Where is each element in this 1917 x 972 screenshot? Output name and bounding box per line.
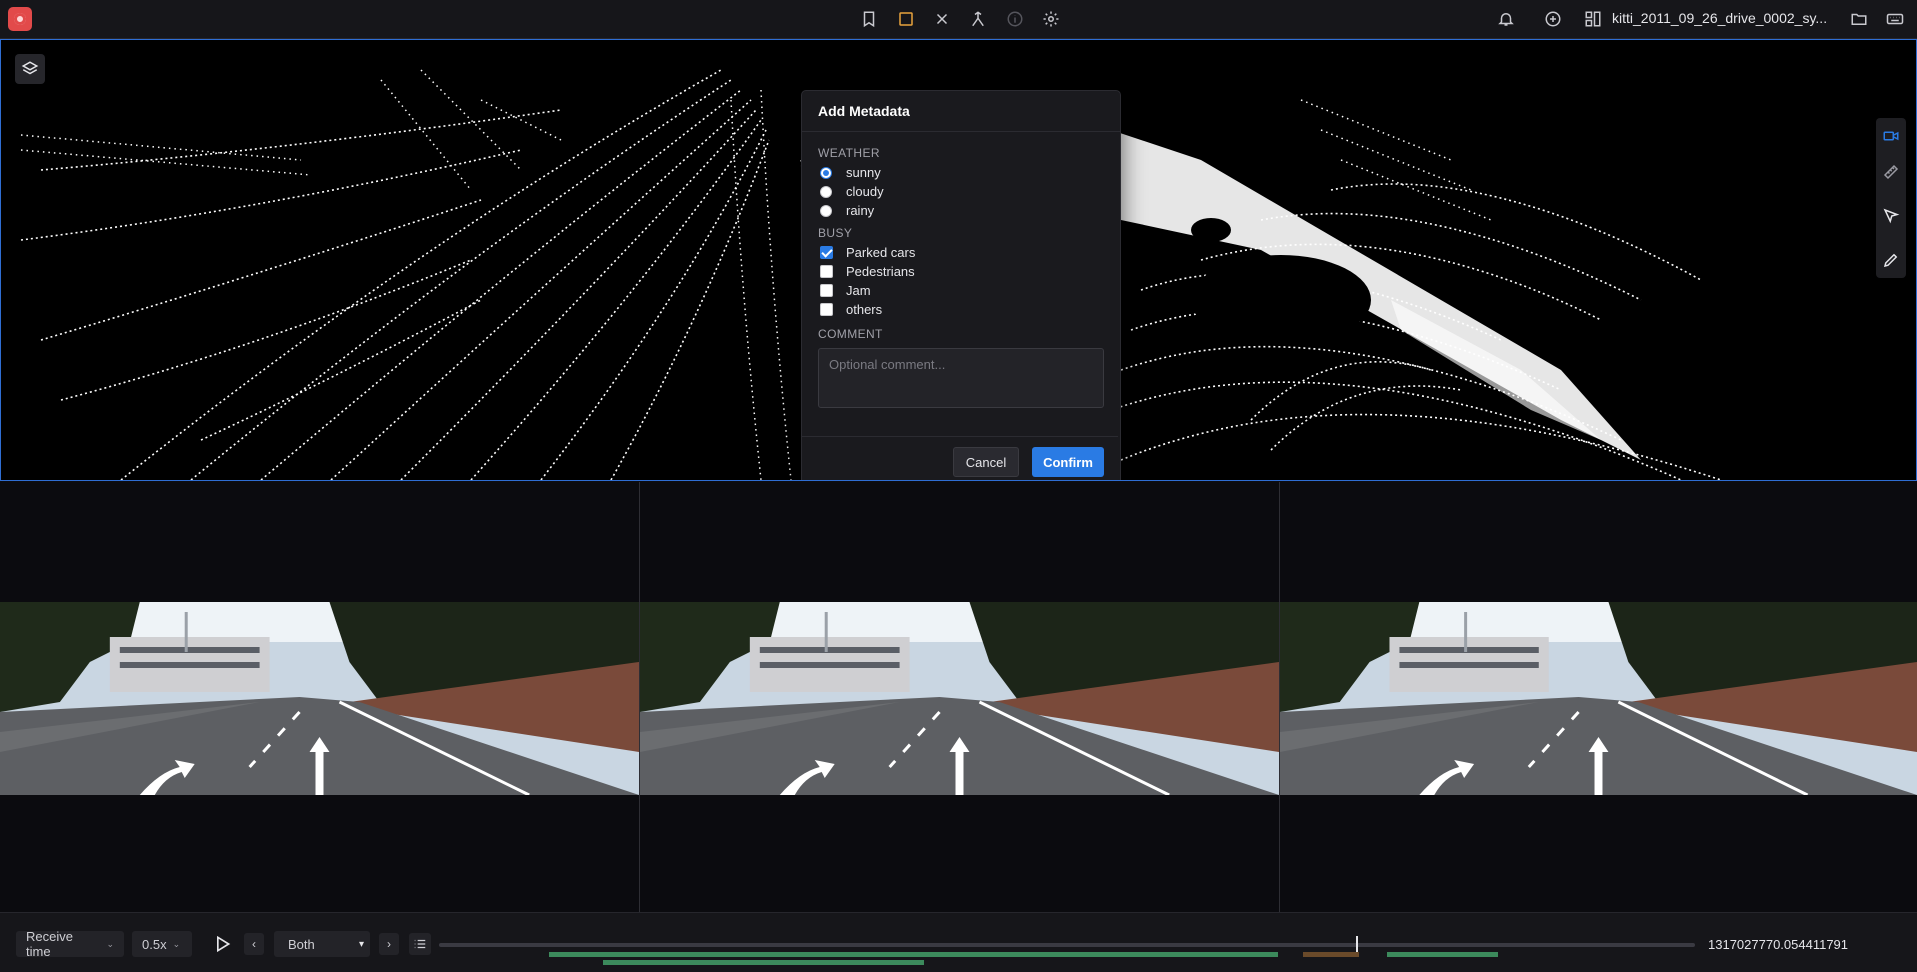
- cancel-button[interactable]: Cancel: [953, 447, 1019, 477]
- dialog-title: Add Metadata: [802, 91, 1120, 132]
- comment-input[interactable]: [818, 348, 1104, 408]
- timeline-segment: [1303, 952, 1359, 957]
- camera-image: [1280, 602, 1917, 795]
- weather-option-sunny[interactable]: sunny: [818, 163, 1104, 182]
- add-metadata-dialog: Add Metadata WEATHER sunny cloudy rainy …: [801, 90, 1121, 480]
- speed-select[interactable]: 0.5x ⌄: [132, 931, 192, 957]
- busy-option-label: others: [846, 302, 883, 317]
- radio-sunny[interactable]: [820, 166, 832, 179]
- close-icon[interactable]: [931, 8, 953, 30]
- 3d-panel[interactable]: Add Metadata WEATHER sunny cloudy rainy …: [0, 39, 1917, 481]
- camera-image: [640, 602, 1279, 795]
- busy-label: BUSY: [818, 226, 853, 240]
- chevron-down-icon: ⌄: [172, 938, 181, 949]
- checkbox-jam[interactable]: [820, 284, 833, 297]
- chevron-right-icon: ›: [387, 937, 391, 951]
- play-button[interactable]: [210, 932, 234, 956]
- direction-label: Both: [288, 936, 315, 952]
- time-mode-label: Receive time: [26, 929, 73, 959]
- camera-panel-right[interactable]: [1280, 482, 1917, 912]
- weather-option-rainy[interactable]: rainy: [818, 201, 1104, 220]
- comment-label: COMMENT: [818, 327, 883, 341]
- weather-option-label: cloudy: [846, 184, 884, 199]
- busy-option-label: Jam: [846, 283, 871, 298]
- playback-bar: Receive time ⌄ 0.5x ⌄ ‹ Both ▾ › 1317027…: [0, 912, 1917, 972]
- merge-icon[interactable]: [967, 8, 989, 30]
- confirm-button[interactable]: Confirm: [1032, 447, 1104, 477]
- chevron-down-icon: ▾: [358, 938, 364, 950]
- weather-option-cloudy[interactable]: cloudy: [818, 182, 1104, 201]
- timeline-scrubber[interactable]: [439, 943, 1695, 947]
- layers-button[interactable]: [15, 54, 45, 84]
- layers-icon: [21, 61, 39, 75]
- camera-panel-center[interactable]: [640, 482, 1279, 912]
- play-icon: [217, 935, 231, 953]
- direction-select[interactable]: Both ▾: [274, 931, 370, 957]
- chevron-left-icon: ‹: [252, 937, 256, 951]
- busy-option-others[interactable]: others: [818, 300, 1104, 319]
- bookmark-icon[interactable]: [858, 8, 880, 30]
- step-back-button[interactable]: ‹: [244, 933, 264, 955]
- timeline-segment: [1387, 952, 1498, 957]
- gear-icon[interactable]: [1040, 8, 1062, 30]
- weather-option-label: sunny: [846, 165, 881, 180]
- busy-option-parked-cars[interactable]: Parked cars: [818, 243, 1104, 262]
- checkbox-pedestrians[interactable]: [820, 265, 833, 278]
- radio-cloudy[interactable]: [820, 185, 832, 198]
- layout-icon[interactable]: [1582, 8, 1604, 30]
- square-icon[interactable]: [895, 8, 917, 30]
- camera-icon[interactable]: [1876, 118, 1906, 154]
- folder-open-icon[interactable]: [1848, 8, 1870, 30]
- keyboard-icon[interactable]: [1884, 8, 1906, 30]
- app-logo[interactable]: [8, 7, 32, 31]
- top-bar: kitti_2011_09_26_drive_0002_sy...: [0, 0, 1917, 39]
- pencil-icon[interactable]: [1876, 242, 1906, 278]
- cursor-icon[interactable]: [1876, 198, 1906, 234]
- step-forward-button[interactable]: ›: [379, 933, 399, 955]
- info-icon: [1004, 8, 1026, 30]
- checkbox-others[interactable]: [820, 303, 833, 316]
- checkbox-parked-cars[interactable]: [820, 246, 833, 259]
- time-mode-select[interactable]: Receive time ⌄: [16, 929, 124, 959]
- timeline-segment: [603, 960, 924, 965]
- weather-option-label: rainy: [846, 203, 875, 218]
- busy-option-label: Parked cars: [846, 245, 916, 260]
- busy-option-pedestrians[interactable]: Pedestrians: [818, 262, 1104, 281]
- weather-label: WEATHER: [818, 146, 880, 160]
- bell-icon[interactable]: [1495, 8, 1517, 30]
- current-timestamp: 1317027770.054411791: [1708, 937, 1849, 952]
- radio-rainy[interactable]: [820, 204, 832, 217]
- event-list-button[interactable]: [409, 933, 431, 955]
- ruler-icon[interactable]: [1876, 154, 1906, 190]
- side-toolbar: [1876, 118, 1906, 278]
- list-icon: [414, 939, 426, 949]
- dialog-footer: Cancel Confirm: [802, 436, 1118, 480]
- playhead[interactable]: [1356, 936, 1358, 952]
- busy-option-jam[interactable]: Jam: [818, 281, 1104, 300]
- camera-panel-left[interactable]: [0, 482, 639, 912]
- timeline-segment: [549, 952, 1278, 957]
- chevron-down-icon: ⌄: [106, 938, 114, 949]
- busy-option-label: Pedestrians: [846, 264, 915, 279]
- camera-image: [0, 602, 639, 795]
- file-title[interactable]: kitti_2011_09_26_drive_0002_sy...: [1612, 10, 1827, 26]
- speed-label: 0.5x: [142, 936, 167, 952]
- plus-circle-icon[interactable]: [1542, 8, 1564, 30]
